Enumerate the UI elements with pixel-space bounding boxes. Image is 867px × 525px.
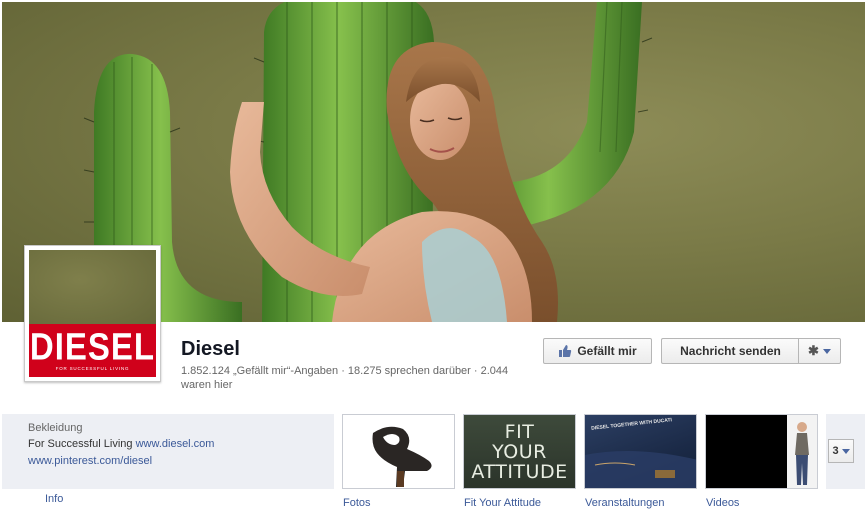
app-tile-fit-your-attitude[interactable]: FIT YOUR ATTITUDE (463, 414, 576, 489)
send-message-button[interactable]: Nachricht senden (661, 338, 799, 364)
fit-tile-line-3: ATTITUDE (471, 460, 568, 483)
profile-picture[interactable]: DIESEL FOR SUCCESSFUL LIVING (24, 245, 161, 382)
chevron-down-icon (841, 448, 850, 454)
more-apps-count: 3 (832, 445, 839, 457)
app-label-photos[interactable]: Fotos (343, 497, 371, 509)
diesel-logo: DIESEL FOR SUCCESSFUL LIVING (29, 323, 156, 377)
fit-tile-line-1: FIT (504, 420, 535, 443)
logo-wordmark: DIESEL (29, 324, 156, 368)
about-description: For Successful Living www.diesel.com (28, 438, 214, 450)
app-tile-events[interactable]: DIESEL TOGETHER WITH DUCATI (584, 414, 697, 489)
fit-tile-line-2: YOUR (492, 440, 547, 463)
app-label-videos[interactable]: Videos (706, 497, 739, 509)
info-tab-label[interactable]: Info (45, 493, 63, 505)
settings-dropdown-button[interactable]: ✱ (798, 338, 841, 364)
gear-icon: ✱ (808, 343, 819, 358)
page-category: Bekleidung (28, 422, 83, 434)
about-box[interactable]: Bekleidung For Successful Living www.die… (2, 414, 334, 489)
pinterest-link[interactable]: www.pinterest.com/diesel (28, 455, 152, 467)
denim-photo (585, 451, 696, 488)
app-label-fit-your-attitude[interactable]: Fit Your Attitude (464, 497, 541, 509)
app-tile-photos[interactable] (342, 414, 455, 489)
shoe-photo (372, 426, 432, 487)
video-thumbnail-person (787, 415, 817, 488)
app-tile-videos[interactable] (705, 414, 818, 489)
about-tagline: For Successful Living (28, 438, 133, 450)
thumbs-up-icon (559, 345, 572, 357)
page-title[interactable]: Diesel (181, 338, 240, 361)
profile-picture-backdrop (29, 250, 156, 324)
page-stats: 1.852.124 „Gefällt mir“-Angaben · 18.275… (181, 365, 509, 391)
about-secondary-line: www.pinterest.com/diesel (28, 455, 152, 467)
chevron-down-icon (822, 348, 831, 354)
like-button-label: Gefällt mir (577, 344, 637, 358)
send-message-label: Nachricht senden (680, 344, 781, 358)
like-button[interactable]: Gefällt mir (543, 338, 652, 364)
website-link[interactable]: www.diesel.com (136, 438, 215, 450)
more-apps-button[interactable]: 3 (828, 439, 854, 463)
app-label-events[interactable]: Veranstaltungen (585, 497, 665, 509)
